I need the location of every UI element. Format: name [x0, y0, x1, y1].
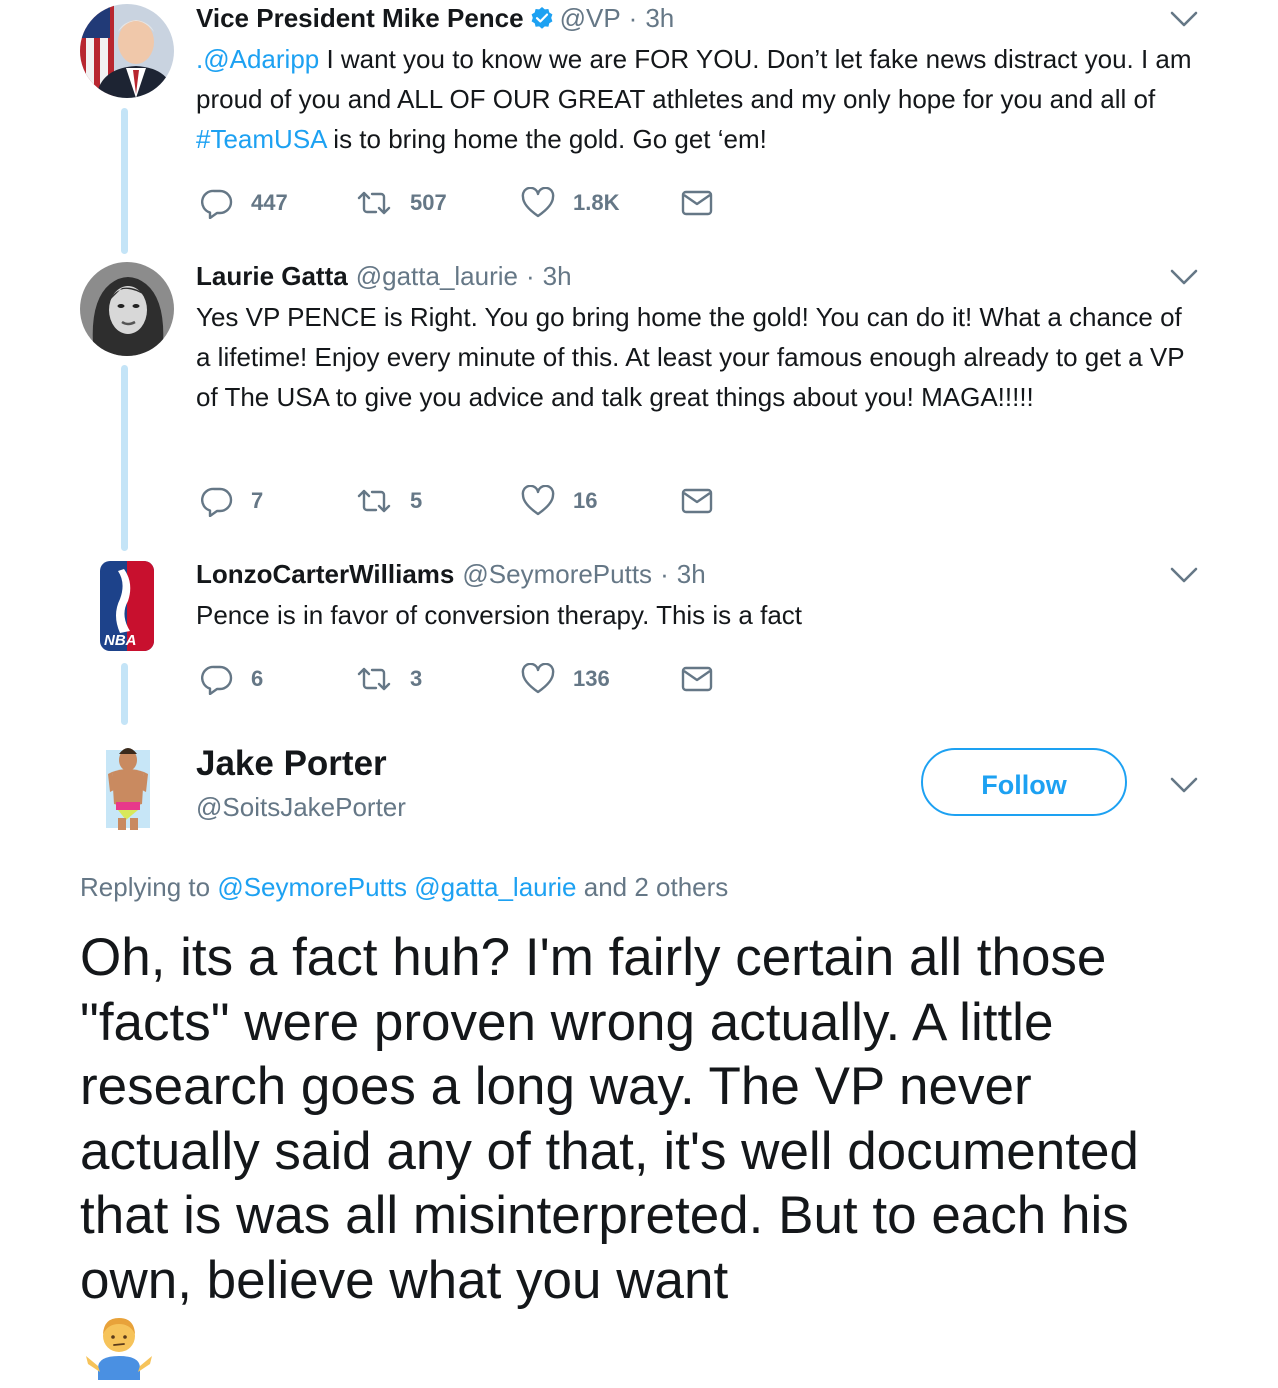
separator-dot: ·: [660, 558, 669, 589]
reply-button[interactable]: 7: [201, 481, 263, 521]
chevron-down-icon[interactable]: [1168, 564, 1200, 586]
retweet-icon: [357, 489, 391, 513]
like-button[interactable]: 1.8K: [521, 183, 619, 223]
tweet-header: Laurie Gatta @gatta_laurie · 3h: [196, 260, 572, 292]
main-tweet-text: Oh, its a fact huh? I'm fairly certain a…: [80, 928, 1139, 1310]
chevron-down-icon[interactable]: [1168, 266, 1200, 288]
like-button[interactable]: 16: [521, 481, 597, 521]
author-handle[interactable]: @SeymorePutts: [462, 559, 652, 590]
mention-link[interactable]: .@Adaripp: [196, 44, 319, 74]
like-button[interactable]: 136: [521, 659, 610, 699]
reply-count: 7: [251, 488, 264, 513]
chevron-down-icon[interactable]: [1168, 774, 1200, 796]
author-name[interactable]: LonzoCarterWilliams: [196, 559, 454, 590]
tweet-text-part: is to bring home the gold. Go get ‘em!: [326, 124, 767, 154]
tweet-text-part: I want you to know we are FOR YOU. Don’t…: [196, 44, 1192, 114]
author-handle[interactable]: @gatta_laurie: [356, 261, 518, 292]
reply-icon: [201, 665, 233, 695]
timestamp[interactable]: 3h: [677, 559, 706, 590]
thread-line: [121, 365, 128, 551]
replying-user-link[interactable]: @SeymorePutts: [217, 872, 407, 902]
reply-count: 6: [251, 666, 264, 691]
like-count: 136: [573, 666, 610, 691]
reply-button[interactable]: 6: [201, 659, 263, 699]
replying-suffix[interactable]: and 2 others: [577, 872, 729, 902]
like-count: 1.8K: [573, 190, 620, 215]
tweet-text: Yes VP PENCE is Right. You go bring home…: [196, 302, 1185, 412]
retweet-button[interactable]: 5: [356, 481, 422, 521]
avatar-nba-logo[interactable]: NBA: [80, 559, 174, 653]
replying-user-link[interactable]: @gatta_laurie: [414, 872, 576, 902]
tweet-header: Vice President Mike Pence @VP · 3h: [196, 2, 674, 34]
like-count: 16: [573, 488, 598, 513]
direct-message-button[interactable]: [681, 659, 713, 699]
nba-logo-text: NBA: [104, 632, 137, 649]
direct-message-button[interactable]: [681, 481, 713, 521]
retweet-count: 5: [410, 488, 423, 513]
avatar-jake-porter[interactable]: [98, 740, 158, 832]
author-handle[interactable]: @VP: [560, 3, 621, 34]
retweet-count: 3: [410, 666, 423, 691]
direct-message-button[interactable]: [681, 183, 713, 223]
retweet-icon: [357, 191, 391, 215]
direct-message-icon: [681, 488, 713, 514]
reply-count: 447: [251, 190, 288, 215]
retweet-count: 507: [410, 190, 447, 215]
like-icon: [521, 187, 555, 218]
main-author-handle[interactable]: @SoitsJakePorter: [196, 792, 406, 823]
direct-message-icon: [681, 190, 713, 216]
reply-icon: [201, 189, 233, 219]
follow-button[interactable]: Follow: [921, 748, 1127, 816]
replying-to-line: Replying to @SeymorePutts @gatta_laurie …: [80, 872, 728, 903]
like-icon: [521, 485, 555, 516]
main-author-name[interactable]: Jake Porter: [196, 744, 387, 784]
tweet-text: Pence is in favor of conversion therapy.…: [196, 600, 802, 630]
tweet-text: .@Adaripp I want you to know we are FOR …: [196, 39, 1196, 159]
replying-prefix: Replying to: [80, 872, 218, 902]
retweet-icon: [357, 667, 391, 691]
retweet-button[interactable]: 3: [356, 659, 422, 699]
direct-message-icon: [681, 666, 713, 692]
retweet-button[interactable]: 507: [356, 183, 447, 223]
timestamp[interactable]: 3h: [645, 3, 674, 34]
verified-badge-icon: [530, 6, 554, 30]
reply-button[interactable]: 447: [201, 183, 288, 223]
avatar-laurie-gatta[interactable]: [80, 262, 174, 356]
hashtag-link[interactable]: #TeamUSA: [196, 124, 326, 154]
separator-dot: ·: [628, 2, 638, 33]
separator-dot: ·: [526, 260, 535, 291]
like-icon: [521, 663, 555, 694]
chevron-down-icon[interactable]: [1168, 8, 1200, 30]
reply-icon: [201, 487, 233, 517]
man-shrugging-emoji: [84, 1310, 154, 1380]
author-name[interactable]: Vice President Mike Pence: [196, 3, 524, 34]
author-name[interactable]: Laurie Gatta: [196, 261, 348, 292]
avatar-mike-pence[interactable]: [80, 4, 174, 98]
thread-line: [121, 663, 128, 725]
tweet-header: LonzoCarterWilliams @SeymorePutts · 3h: [196, 558, 706, 590]
timestamp[interactable]: 3h: [543, 261, 572, 292]
thread-line: [121, 108, 128, 254]
